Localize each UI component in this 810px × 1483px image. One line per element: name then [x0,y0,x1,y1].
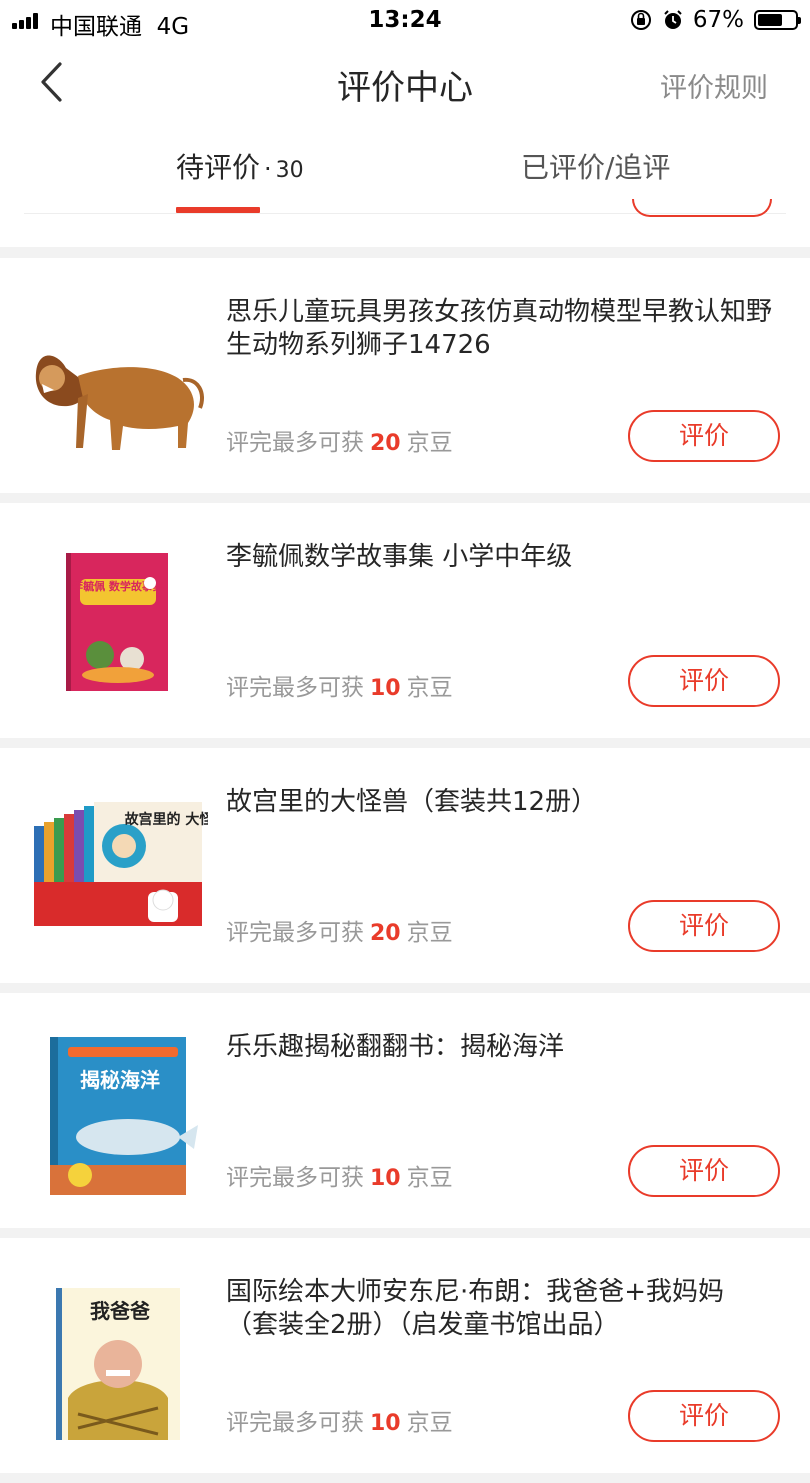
battery-icon [754,10,801,30]
product-title[interactable]: 国际绘本大师安东尼·布朗：我爸爸+我妈妈（套装全2册）（启发童书馆出品） [226,1276,776,1342]
review-button[interactable]: 评价 [628,1145,780,1197]
review-button[interactable]: 评价 [628,1390,780,1442]
review-button[interactable]: 评价 [628,410,780,462]
product-title[interactable]: 乐乐趣揭秘翻翻书：揭秘海洋 [226,1031,776,1064]
tab-pending-review[interactable]: 待评价 · 30 [176,146,304,186]
tab-count-separator: · [264,155,272,183]
alarm-icon [664,10,682,29]
product-title[interactable]: 李毓佩数学故事集 小学中年级 [226,541,776,574]
bean-count: 10 [370,1411,401,1436]
lion-figure-image [35,355,204,450]
bean-count: 10 [370,1166,401,1191]
review-rules-link[interactable]: 评价规则 [660,66,768,105]
math-story-book-cover: 李毓佩 数学故事集 [66,553,168,691]
ocean-flap-book-cover: 揭秘海洋 [50,1037,198,1195]
bean-reward: 评完最多可获 10 京豆 [226,1165,453,1191]
cover-title: 故宫里的 大怪兽 [125,811,208,828]
list-item: 思乐儿童玩具男孩女孩仿真动物模型早教认知野生动物系列狮子14726 评完最多可获… [0,258,810,493]
bean-reward: 评完最多可获 10 京豆 [226,1410,453,1436]
review-button[interactable]: 评价 [628,900,780,952]
my-dad-picture-book-cover: 我爸爸 [56,1288,180,1440]
product-title[interactable]: 故宫里的大怪兽（套装共12册） [226,786,776,819]
bean-reward: 评完最多可获 20 京豆 [226,920,453,946]
status-bar: 中国联通 4G 13:24 67% [0,0,810,42]
bean-count: 20 [370,921,401,946]
bean-count: 10 [370,676,401,701]
list-item: 我爸爸 国际绘本大师安东尼·布朗：我爸爸+我妈妈（套装全2册）（启发童书馆出品）… [0,1238,810,1473]
bean-reward: 评完最多可获 10 京豆 [226,675,453,701]
pending-count-badge: 30 [275,158,304,183]
cover-title: 我爸爸 [90,1299,150,1323]
orientation-lock-icon [631,10,651,30]
bean-count: 20 [370,431,401,456]
list-item: 李毓佩 数学故事集 李毓佩数学故事集 小学中年级 评完最多可获 10 京豆 评价 [0,503,810,738]
product-title[interactable]: 思乐儿童玩具男孩女孩仿真动物模型早教认知野生动物系列狮子14726 [226,296,776,362]
partial-list-item [0,199,810,247]
review-button[interactable]: 评价 [628,655,780,707]
review-button-partial[interactable] [632,199,772,217]
list-item: 揭秘海洋 乐乐趣揭秘翻翻书：揭秘海洋 评完最多可获 10 京豆 评价 [0,993,810,1228]
bean-reward: 评完最多可获 20 京豆 [226,430,453,456]
cover-title: 揭秘海洋 [80,1068,160,1092]
forbidden-city-monster-box-set: 故宫里的 大怪兽 [34,802,208,926]
clock: 13:24 [368,7,442,33]
list-item: 故宫里的 大怪兽 故宫里的大怪兽（套装共12册） 评完最多可获20京豆 评价 [0,748,810,983]
nav-bar: 评价中心 评价规则 [0,42,810,122]
pending-review-list: 思乐儿童玩具男孩女孩仿真动物模型早教认知野生动物系列狮子14726 评完最多可获… [0,258,810,1483]
battery-percent: 67% [692,7,744,33]
tab-reviewed[interactable]: 已评价/追评 [521,146,670,186]
tab-pending-label: 待评价 [176,151,261,184]
